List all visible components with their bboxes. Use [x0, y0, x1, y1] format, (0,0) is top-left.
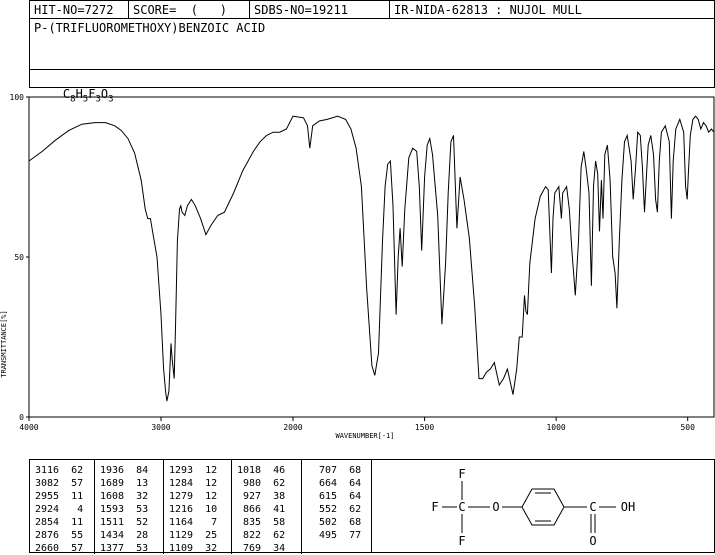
peak-column: 707 68 664 64 615 64 552 62 502 68 495 7… [313, 464, 361, 542]
x-axis-ticks: 4000 3000 2000 1500 1000 500 [19, 417, 695, 432]
peak-entry: 3116 62 [35, 465, 84, 476]
peak-entry: 866 41 [237, 504, 286, 515]
compound-name-box: P-(TRIFLUOROMETHOXY)BENZOIC ACID [29, 18, 715, 70]
peak-entry: 1284 12 [169, 478, 218, 489]
peak-entry: 707 68 [313, 465, 362, 476]
peak-entry: 1689 13 [100, 478, 149, 489]
x-tick-label: 2000 [283, 423, 302, 432]
x-tick-label: 1500 [415, 423, 434, 432]
peak-column: 1936 84 1689 13 1608 32 1593 53 1511 52 1434 … [100, 464, 148, 555]
spectrum-line [28, 115, 715, 402]
peak-entry: 1216 10 [169, 504, 218, 515]
peak-entry: 2876 55 [35, 530, 84, 541]
peak-entry: 1936 84 [100, 465, 149, 476]
peak-entry: 769 34 [237, 543, 286, 554]
peak-entry: 1109 32 [169, 543, 218, 554]
peak-entry: 1018 46 [237, 465, 286, 476]
peak-entry: 3082 57 [35, 478, 84, 489]
y-tick-label: 0 [19, 413, 24, 422]
y-axis-ticks: 0 50 100 [10, 93, 29, 422]
peak-entry: 1434 28 [100, 530, 149, 541]
peak-entry: 835 58 [237, 517, 286, 528]
peak-entry: 615 64 [313, 491, 362, 502]
hit-number: HIT-NO=7272 [34, 3, 114, 17]
header-score-box: SCORE= ( ) [128, 0, 250, 19]
peak-entry: 2854 11 [35, 517, 84, 528]
atom-o-carbonyl: O [589, 534, 596, 548]
peak-entry: 1279 12 [169, 491, 218, 502]
x-tick-label: 3000 [151, 423, 170, 432]
y-axis-label: TRANSMITTANCE[%] [0, 310, 8, 377]
peak-entry: 2660 57 [35, 543, 84, 554]
x-axis-label: WAVENUMBER[-1] [335, 432, 394, 440]
atom-f-bottom: F [458, 534, 465, 548]
y-tick-label: 50 [14, 253, 24, 262]
atom-c-cf3: C [458, 500, 465, 514]
peak-entry: 664 64 [313, 478, 362, 489]
peak-entry: 980 62 [237, 478, 286, 489]
peak-entry: 495 77 [313, 530, 362, 541]
plot-frame [28, 96, 715, 418]
atom-c-acid: C [589, 500, 596, 514]
peak-entry: 2955 11 [35, 491, 84, 502]
atom-f-left: F [431, 500, 438, 514]
peak-entry: 1293 12 [169, 465, 218, 476]
x-tick-label: 1000 [546, 423, 565, 432]
peak-entry: 502 68 [313, 517, 362, 528]
peak-entry: 552 62 [313, 504, 362, 515]
atom-o-ether: O [492, 500, 499, 514]
formula-box: C8H5F3O3 [29, 69, 715, 104]
peak-entry: 1164 7 [169, 517, 218, 528]
peak-entry: 1608 32 [100, 491, 149, 502]
compound-name: P-(TRIFLUOROMETHOXY)BENZOIC ACID [34, 21, 266, 35]
header-ir-box: IR-NIDA-62813 : NUJOL MULL [389, 0, 715, 19]
peak-column: 3116 62 3082 57 2955 11 2924 4 2854 11 2876 5… [35, 464, 83, 555]
peak-column: 1293 12 1284 12 1279 12 1216 10 1164 7 1129 2… [169, 464, 217, 555]
x-tick-label: 500 [680, 423, 695, 432]
sdbs-number: SDBS-NO=19211 [254, 3, 348, 17]
peak-entry: 927 38 [237, 491, 286, 502]
atom-oh: OH [621, 500, 635, 514]
atom-f-top: F [458, 467, 465, 481]
peak-entry: 822 62 [237, 530, 286, 541]
peak-entry: 1129 25 [169, 530, 218, 541]
header-hit-box: HIT-NO=7272 [29, 0, 129, 19]
peak-entry: 1511 52 [100, 517, 149, 528]
y-tick-label: 100 [10, 93, 25, 102]
x-tick-label: 4000 [19, 423, 38, 432]
peak-column: 1018 46 980 62 927 38 866 41 835 58 822 … [237, 464, 285, 555]
peak-table: 3116 62 3082 57 2955 11 2924 4 2854 11 2876 5… [29, 459, 372, 555]
peak-entry: 1593 53 [100, 504, 149, 515]
peak-entry: 2924 4 [35, 504, 84, 515]
peak-entry: 1377 53 [100, 543, 149, 554]
structure-box: F F F C O C OH O [371, 459, 715, 553]
score-field: SCORE= ( ) [133, 3, 227, 17]
header-sdbs-box: SDBS-NO=19211 [249, 0, 390, 19]
ir-info: IR-NIDA-62813 : NUJOL MULL [394, 3, 582, 17]
chemical-structure: F F F C O C OH O [431, 467, 635, 548]
